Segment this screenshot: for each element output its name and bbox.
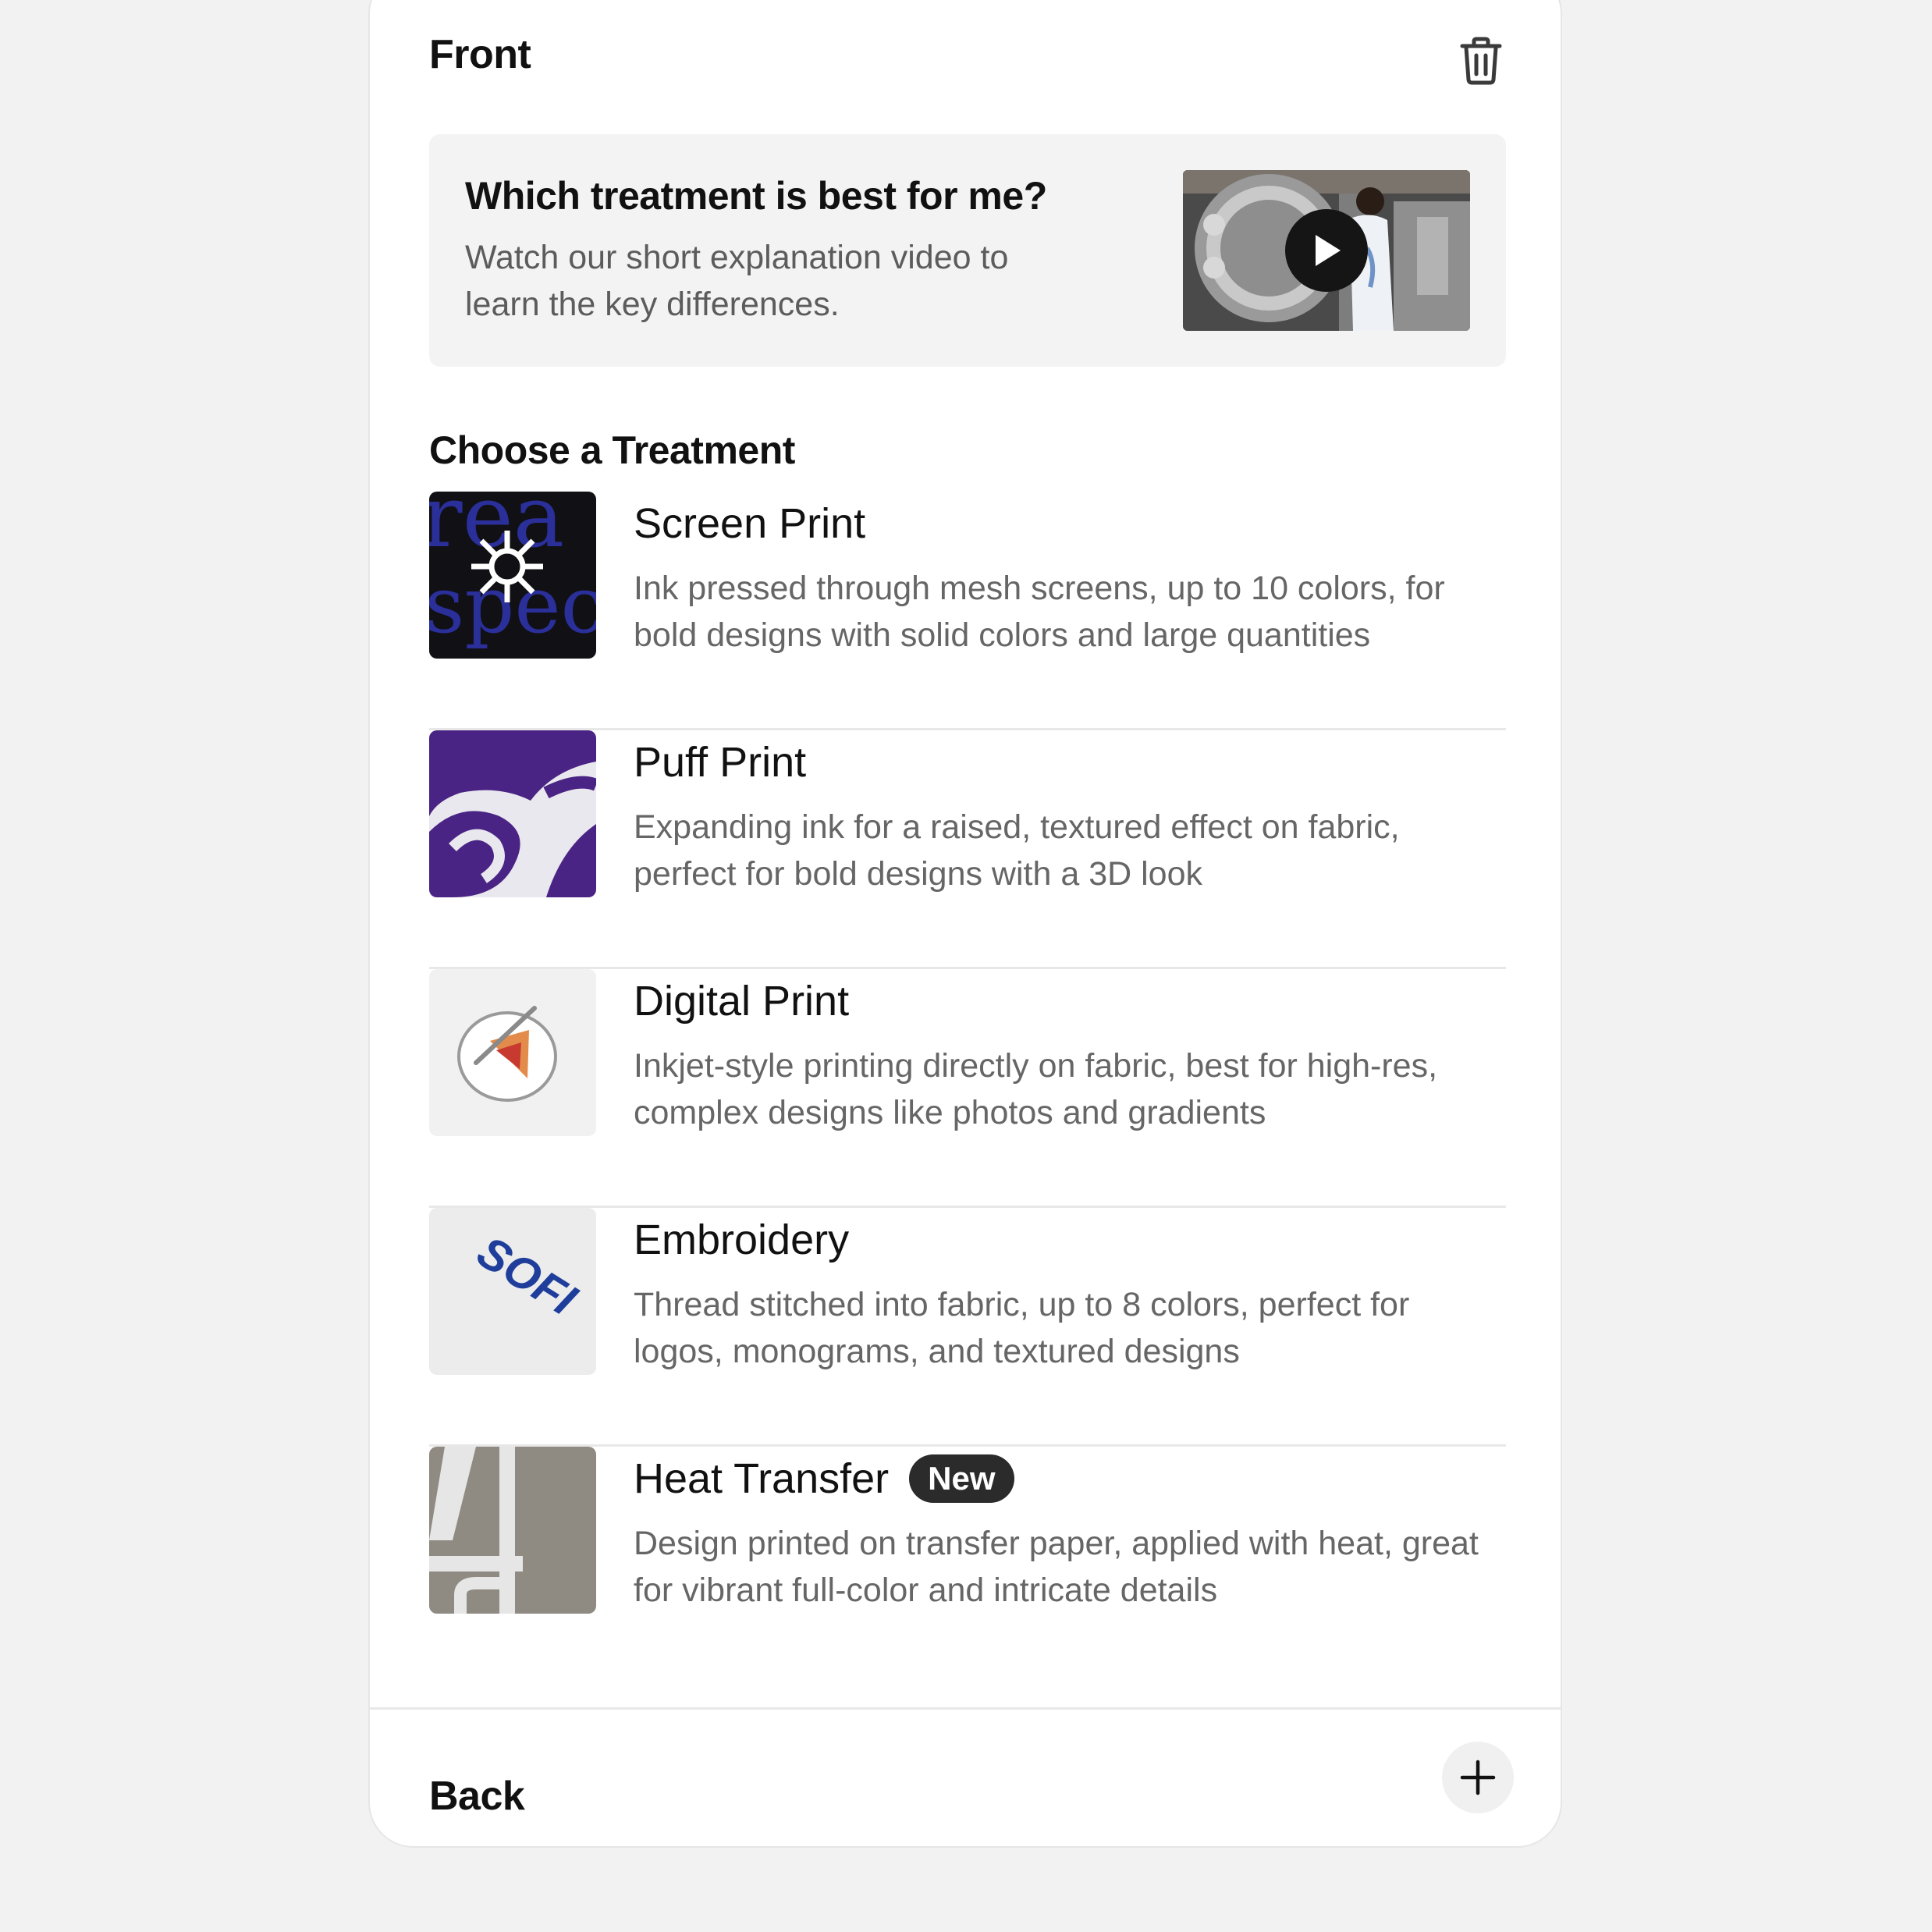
treatment-description: Inkjet-style printing directly on fabric… [634,1047,1438,1131]
choose-treatment-heading: Choose a Treatment [429,428,795,472]
treatment-title: Digital Print [634,977,849,1025]
front-section: Front Which treatment is best for me? Wa… [429,2,1506,1614]
heat-transfer-thumbnail [429,1447,596,1614]
plus-icon [1460,1760,1496,1795]
treatment-title: Screen Print [634,499,865,548]
section-divider [370,1707,1561,1710]
treatment-title: Heat Transfer New [634,1454,1014,1503]
play-icon [1316,235,1341,266]
treatment-title: Puff Print [634,738,806,787]
treatment-description: Design printed on transfer paper, applie… [634,1525,1479,1609]
treatment-title-text: Screen Print [634,500,866,547]
treatment-item-heat-transfer[interactable]: Heat Transfer New Design printed on tran… [429,1447,1506,1685]
front-header: Front [429,2,1506,119]
treatment-item-screen-print[interactable]: rea specti Screen Print Ink pressed thro… [429,492,1506,730]
treatment-title-text: Puff Print [634,739,807,786]
treatment-item-digital-print[interactable]: Digital Print Inkjet-style printing dire… [429,969,1506,1208]
add-back-treatment-button[interactable] [1442,1742,1514,1813]
play-button[interactable] [1285,209,1368,292]
treatment-title-text: Digital Print [634,978,850,1025]
new-badge: New [909,1454,1014,1503]
promo-description: Watch our short explanation video to lea… [465,239,1009,323]
digital-print-thumbnail [429,969,596,1136]
treatment-title: Embroidery [634,1216,849,1264]
treatment-item-puff-print[interactable]: Puff Print Expanding ink for a raised, t… [429,730,1506,969]
treatment-list: rea specti Screen Print Ink pressed thro… [429,492,1506,1685]
back-section-title: Back [429,1774,525,1819]
treatment-description: Thread stitched into fabric, up to 8 col… [634,1286,1410,1370]
embroidery-thumbnail: SOFI [429,1208,596,1375]
treatment-title-text: Embroidery [634,1216,850,1263]
treatment-description: Expanding ink for a raised, textured eff… [634,808,1400,893]
treatment-description: Ink pressed through mesh screens, up to … [634,570,1445,654]
treatment-item-embroidery[interactable]: SOFI Embroidery Thread stitched into fab… [429,1208,1506,1447]
delete-button[interactable] [1456,33,1506,89]
treatment-title-text: Heat Transfer [634,1455,890,1502]
treatment-video-card[interactable]: Which treatment is best for me? Watch ou… [429,134,1506,367]
promo-title: Which treatment is best for me? [465,174,1047,218]
treatment-panel: Front Which treatment is best for me? Wa… [368,0,1562,1848]
video-thumbnail[interactable] [1183,170,1470,331]
front-title: Front [429,32,531,77]
trash-icon [1460,37,1502,85]
screen-print-thumbnail: rea specti [429,492,596,659]
puff-print-thumbnail [429,730,596,897]
